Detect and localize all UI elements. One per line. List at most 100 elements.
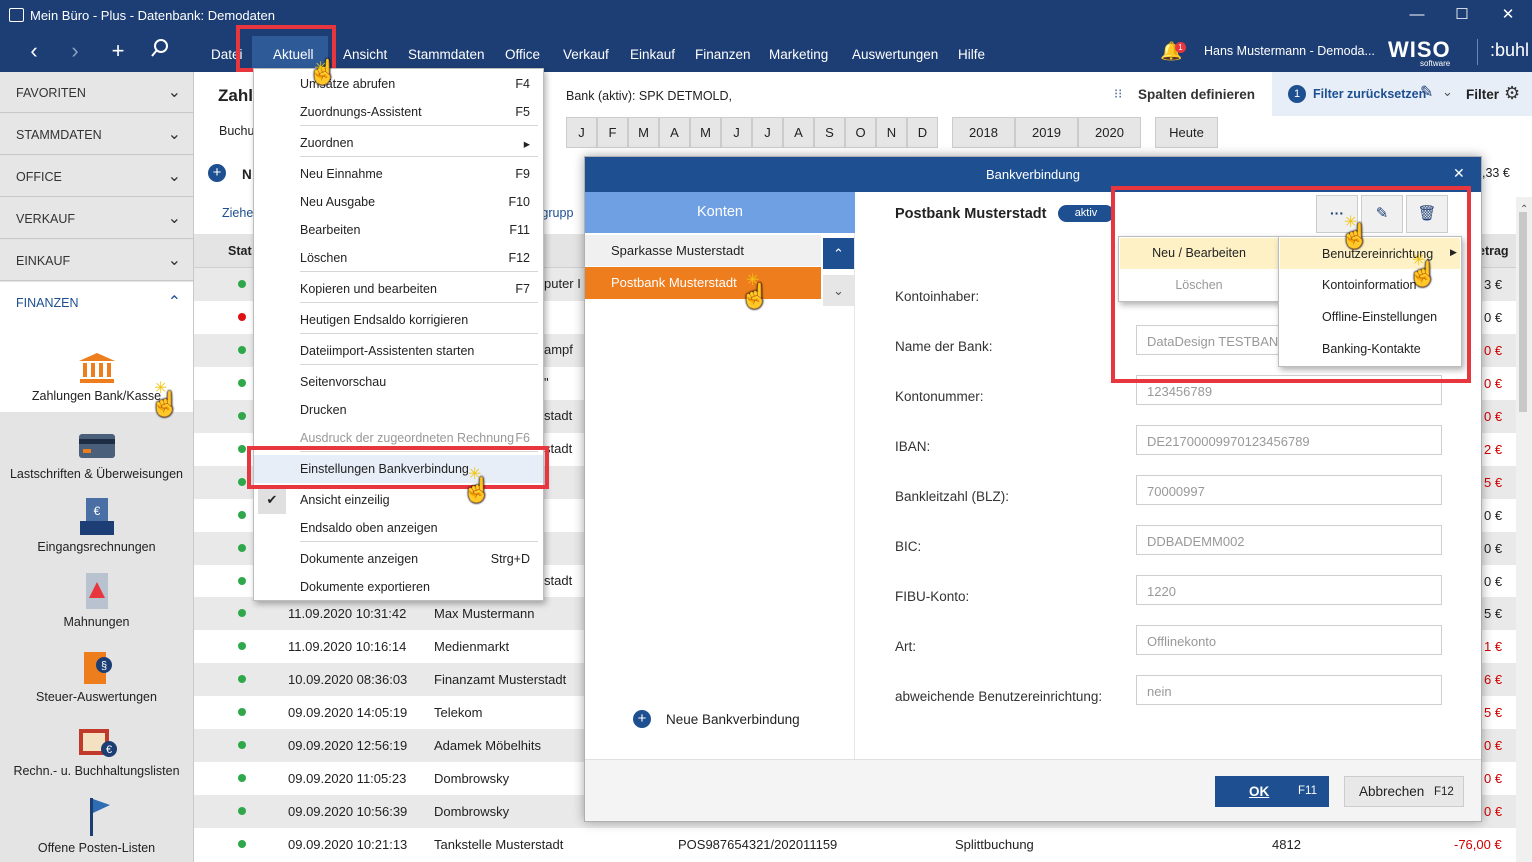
menu-item[interactable]: Drucken (254, 396, 543, 424)
menu-stammdaten[interactable]: Stammdaten (408, 47, 485, 62)
menu-item-label: Seitenvorschau (300, 375, 387, 389)
menu-item[interactable]: Kopieren und bearbeiten F7 (254, 275, 543, 303)
move-up-button[interactable]: ⌃ (823, 238, 854, 269)
menu-office[interactable]: Office (505, 47, 540, 62)
field-input[interactable]: nein (1136, 675, 1442, 705)
date-cell: 11.09.2020 10:31:42 (288, 606, 407, 621)
cancel-button[interactable]: Abbrechen F12 (1344, 776, 1464, 807)
menu-verkauf[interactable]: Verkauf (563, 47, 609, 62)
sidebar-section-einkauf[interactable]: EINKAUF ⌄ (0, 240, 193, 281)
sidebar-item-offene-posten[interactable]: Offene Posten-Listen (0, 796, 193, 855)
new-label[interactable]: N (242, 167, 252, 182)
filter-button[interactable]: Filter (1466, 87, 1499, 102)
month-button[interactable]: J (752, 117, 783, 148)
month-button[interactable]: M (628, 117, 659, 148)
menu-item[interactable]: Seitenvorschau (254, 368, 543, 396)
menu-einkauf[interactable]: Einkauf (630, 47, 675, 62)
menu-item[interactable]: Neu Ausgabe F10 (254, 188, 543, 216)
back-icon[interactable]: ‹ (20, 37, 48, 65)
accounts-header: Konten (585, 192, 855, 233)
search-icon[interactable] (146, 37, 174, 65)
sidebar-item-label: Eingangsrechnungen (37, 540, 156, 554)
maximize-button[interactable]: ☐ (1450, 4, 1474, 26)
menu-marketing[interactable]: Marketing (769, 47, 828, 62)
columns-button[interactable]: Spalten definieren (1138, 87, 1255, 102)
menu-item-label: Dateiimport-Assistenten starten (300, 344, 475, 358)
forward-icon[interactable]: › (61, 37, 89, 65)
menu-item[interactable]: Zuordnungs-Assistent F5 (254, 98, 543, 126)
menu-item[interactable]: Ansicht einzeilig ✔ (254, 486, 543, 514)
menu-ansicht[interactable]: Ansicht (343, 47, 387, 62)
month-button[interactable]: M (690, 117, 721, 148)
header-status[interactable]: Stat (228, 244, 252, 258)
menu-hilfe[interactable]: Hilfe (958, 47, 985, 62)
menu-finanzen[interactable]: Finanzen (695, 47, 751, 62)
section-label: OFFICE (16, 170, 62, 184)
field-input[interactable]: 70000997 (1136, 475, 1442, 505)
field-input[interactable]: 1220 (1136, 575, 1442, 605)
sidebar-item-eingangsrechnungen[interactable]: € Eingangsrechnungen (0, 497, 193, 554)
field-input[interactable]: Offlinekonto (1136, 625, 1442, 655)
gear-icon[interactable]: ⚙ (1504, 83, 1520, 104)
sidebar-item-mahnungen[interactable]: Mahnungen (0, 572, 193, 629)
chevron-down-icon[interactable]: ⌄ (1442, 84, 1453, 100)
month-button[interactable]: O (845, 117, 876, 148)
year-2018[interactable]: 2018 (952, 117, 1015, 148)
close-button[interactable]: ✕ (1496, 4, 1520, 26)
year-2019[interactable]: 2019 (1015, 117, 1078, 148)
month-button[interactable]: A (783, 117, 814, 148)
menu-item[interactable]: Dateiimport-Assistenten starten (254, 337, 543, 365)
month-button[interactable]: N (876, 117, 907, 148)
click-spark-icon: ✳ (1412, 252, 1426, 269)
sidebar-section-favoriten[interactable]: FAVORITEN ⌄ (0, 72, 193, 113)
menu-item[interactable]: Umsätze abrufen F4 (254, 70, 543, 98)
pin-icon[interactable]: ✎ (1420, 82, 1433, 102)
sidebar-item-lastschriften[interactable]: Lastschriften & Überweisungen (0, 432, 193, 481)
month-button[interactable]: J (566, 117, 597, 148)
menu-item[interactable]: Zuordnen ▸ (254, 129, 543, 157)
sidebar-section-verkauf[interactable]: VERKAUF ⌄ (0, 198, 193, 239)
sidebar-section-stammdaten[interactable]: STAMMDATEN ⌄ (0, 114, 193, 155)
date-cell: 11.09.2020 10:16:14 (288, 639, 407, 654)
account-item-sparkasse[interactable]: Sparkasse Musterstadt (585, 235, 821, 266)
scrollbar-thumb[interactable] (1519, 212, 1527, 412)
menu-item[interactable]: Heutigen Endsaldo korrigieren (254, 306, 543, 334)
add-icon[interactable]: + (633, 710, 651, 728)
sidebar-item-listen[interactable]: € Rechn.- u. Buchhaltungslisten (0, 725, 193, 778)
menu-item[interactable]: Löschen F12 (254, 244, 543, 272)
header-betrag[interactable]: etrag (1478, 244, 1509, 258)
ok-button[interactable]: OK F11 (1215, 776, 1329, 807)
month-button[interactable]: J (721, 117, 752, 148)
today-button[interactable]: Heute (1155, 117, 1218, 148)
add-icon[interactable]: + (208, 164, 226, 182)
minimize-button[interactable]: — (1405, 4, 1429, 26)
menu-item[interactable]: Bearbeiten F11 (254, 216, 543, 244)
sidebar-section-office[interactable]: OFFICE ⌄ (0, 156, 193, 197)
year-2020[interactable]: 2020 (1078, 117, 1141, 148)
account-item-postbank[interactable]: Postbank Musterstadt (585, 267, 821, 299)
field-input[interactable]: DDBADEMM002 (1136, 525, 1442, 555)
status-dot (238, 840, 246, 848)
menu-item-shortcut: Strg+D (490, 552, 530, 566)
month-button[interactable]: A (659, 117, 690, 148)
user-name[interactable]: Hans Mustermann - Demoda... (1204, 44, 1375, 58)
month-button[interactable]: F (597, 117, 628, 148)
menu-item[interactable]: Endsaldo oben anzeigen (254, 514, 543, 542)
menu-auswertungen[interactable]: Auswertungen (852, 47, 938, 62)
menu-item[interactable]: Neu Einnahme F9 (254, 160, 543, 188)
move-down-button[interactable]: ⌄ (823, 275, 854, 306)
tax-scroll-icon: § (83, 652, 112, 684)
sidebar-section-finanzen[interactable]: FINANZEN ⌃ (0, 282, 193, 323)
menu-item[interactable]: Dokumente anzeigen Strg+D (254, 545, 543, 573)
menu-item[interactable]: Dokumente exportieren (254, 573, 543, 601)
close-icon[interactable]: ✕ (1453, 165, 1465, 182)
field-input[interactable]: DE21700009970123456789 (1136, 425, 1442, 455)
reset-filter-button[interactable]: Filter zurücksetzen (1313, 87, 1426, 101)
dialog-title: Bankverbindung (986, 167, 1080, 182)
sidebar-item-steuer[interactable]: § Steuer-Auswertungen (0, 649, 193, 704)
add-icon[interactable]: + (104, 37, 132, 65)
month-button[interactable]: D (907, 117, 938, 148)
date-cell: 10.09.2020 08:36:03 (288, 672, 408, 687)
new-connection-link[interactable]: Neue Bankverbindung (666, 712, 800, 727)
month-button[interactable]: S (814, 117, 845, 148)
